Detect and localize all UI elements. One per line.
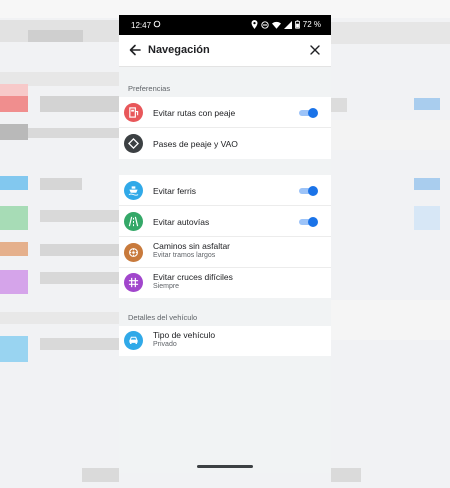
row-label: Evitar ferris <box>153 186 196 196</box>
ferry-icon <box>124 181 143 200</box>
section-header-label: Detalles del vehículo <box>128 313 198 322</box>
battery-icon <box>294 20 300 29</box>
row-unpaved-roads[interactable]: Caminos sin asfaltar Evitar tramos largo… <box>119 237 331 268</box>
close-icon[interactable] <box>308 43 322 57</box>
section-header-label: Preferencias <box>128 84 171 93</box>
avoid-tolls-toggle[interactable] <box>299 108 318 118</box>
gesture-nav-bar <box>119 457 331 473</box>
location-icon <box>251 20 258 29</box>
row-sublabel: Privado <box>153 341 177 348</box>
highway-icon <box>124 212 143 231</box>
row-label: Evitar rutas con peaje <box>153 108 236 118</box>
row-toll-passes[interactable]: Pases de peaje y VAO <box>119 128 331 159</box>
row-label: Caminos sin asfaltar <box>153 241 231 251</box>
section-header-vehicle: Detalles del vehículo <box>119 298 331 326</box>
dnd-icon <box>261 20 269 29</box>
row-vehicle-type[interactable]: Tipo de vehículo Privado <box>119 326 331 356</box>
toll-icon <box>124 103 143 122</box>
row-label: Evitar autovías <box>153 217 210 227</box>
diamond-icon <box>124 134 143 153</box>
row-avoid-highways[interactable]: Evitar autovías <box>119 206 331 237</box>
intersection-icon <box>124 273 143 292</box>
sync-icon <box>153 20 161 30</box>
signal-icon <box>283 20 292 29</box>
row-sublabel: Siempre <box>153 283 180 290</box>
phone-screen: 12:47 72 % Navegación Preferencias Evita… <box>119 15 331 473</box>
row-label: Tipo de vehículo <box>153 330 216 340</box>
status-bar: 12:47 72 % <box>119 15 331 35</box>
back-arrow-icon[interactable] <box>127 42 143 58</box>
row-label: Evitar cruces difíciles <box>153 272 233 282</box>
avoid-ferries-toggle[interactable] <box>299 186 318 196</box>
battery-percent: 72 % <box>302 20 321 29</box>
status-icons: 72 % <box>251 20 321 29</box>
wifi-icon <box>271 21 281 29</box>
page-title: Navegación <box>148 44 210 56</box>
row-label: Pases de peaje y VAO <box>153 139 238 149</box>
status-time: 12:47 <box>131 21 152 30</box>
row-sublabel: Evitar tramos largos <box>153 252 216 259</box>
row-difficult-intersections[interactable]: Evitar cruces difíciles Siempre <box>119 268 331 298</box>
car-icon <box>124 331 143 350</box>
row-avoid-tolls[interactable]: Evitar rutas con peaje <box>119 97 331 128</box>
app-bar: Navegación <box>119 35 331 67</box>
row-avoid-ferries[interactable]: Evitar ferris <box>119 175 331 206</box>
home-gesture-handle[interactable] <box>197 465 253 468</box>
avoid-highways-toggle[interactable] <box>299 217 318 227</box>
unpaved-road-icon <box>124 243 143 262</box>
